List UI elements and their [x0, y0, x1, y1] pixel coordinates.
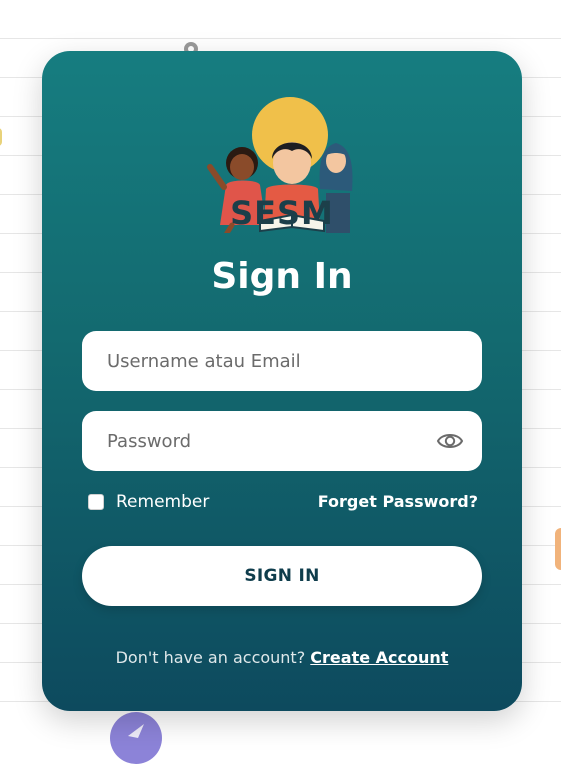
username-input[interactable]: [82, 331, 482, 391]
background-circle-decoration: [110, 712, 162, 764]
eye-icon[interactable]: [436, 428, 464, 454]
remember-checkbox[interactable]: [88, 494, 104, 510]
forget-password-link[interactable]: Forget Password?: [318, 492, 478, 512]
background-shape-decoration: [0, 128, 2, 146]
remember-label: Remember: [116, 492, 210, 512]
signin-card: SESM Sign In Remember Forget Password? S…: [42, 51, 522, 711]
brand-logo-text: SESM: [230, 194, 334, 232]
password-field[interactable]: [82, 411, 482, 471]
signin-button[interactable]: SIGN IN: [82, 546, 482, 606]
background-shape-decoration: [555, 528, 561, 570]
username-field[interactable]: [82, 331, 482, 391]
signup-prompt-text: Don't have an account?: [115, 648, 306, 667]
compass-icon: [128, 724, 144, 738]
create-account-link[interactable]: Create Account: [310, 648, 448, 667]
remember-option[interactable]: Remember: [88, 492, 209, 512]
page-title: Sign In: [211, 256, 353, 297]
signup-prompt: Don't have an account? Create Account: [42, 648, 522, 668]
password-input[interactable]: [82, 411, 482, 471]
